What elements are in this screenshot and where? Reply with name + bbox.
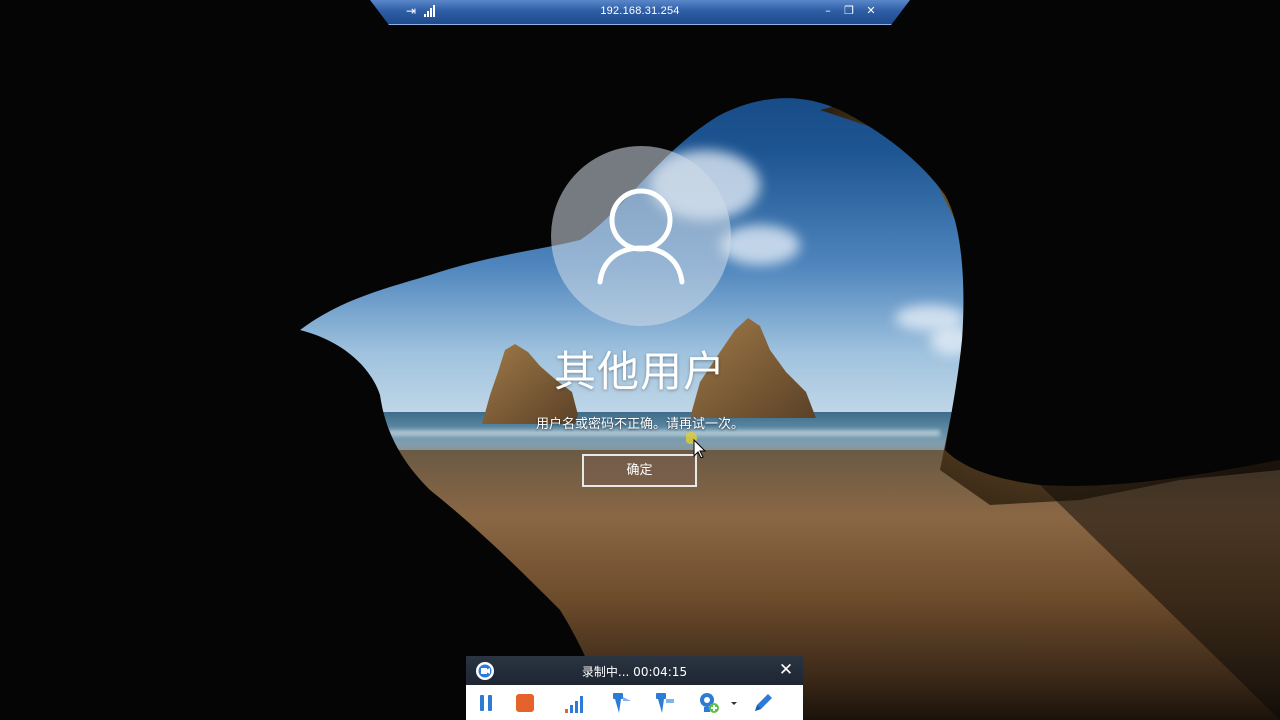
user-name: 其他用户 — [553, 347, 726, 396]
user-silhouette-icon — [597, 188, 685, 285]
recorder-tools — [466, 685, 803, 720]
ok-button[interactable]: 确定 — [582, 454, 697, 487]
add-webcam-icon[interactable] — [697, 691, 721, 715]
cave-shadow-right — [1040, 460, 1280, 720]
user-avatar — [551, 146, 731, 326]
pen-icon[interactable] — [751, 691, 775, 715]
minimize-button[interactable]: – — [821, 3, 835, 19]
pin-marker-icon[interactable] — [609, 691, 633, 715]
pin-marker-alt-icon[interactable] — [652, 691, 676, 715]
recorder-header: 录制中... 00:04:15 ✕ — [466, 656, 803, 685]
restore-button[interactable]: ❐ — [842, 3, 856, 19]
recorder-close-button[interactable]: ✕ — [777, 660, 795, 680]
mouse-cursor-icon — [686, 432, 706, 458]
screen-recorder-toolbar: 录制中... 00:04:15 ✕ — [466, 656, 803, 720]
stop-icon[interactable] — [513, 691, 537, 715]
close-button[interactable]: ✕ — [864, 3, 878, 19]
dropdown-arrow-icon[interactable] — [728, 691, 740, 715]
recording-status: 录制中... 00:04:15 — [581, 665, 688, 679]
pause-icon[interactable] — [474, 691, 498, 715]
remote-connection-bar: ⇥ 192.168.31.254 – ❐ ✕ — [370, 0, 910, 25]
signal-bars-icon[interactable] — [562, 691, 586, 715]
error-message: 用户名或密码不正确。请再试一次。 — [535, 417, 744, 432]
